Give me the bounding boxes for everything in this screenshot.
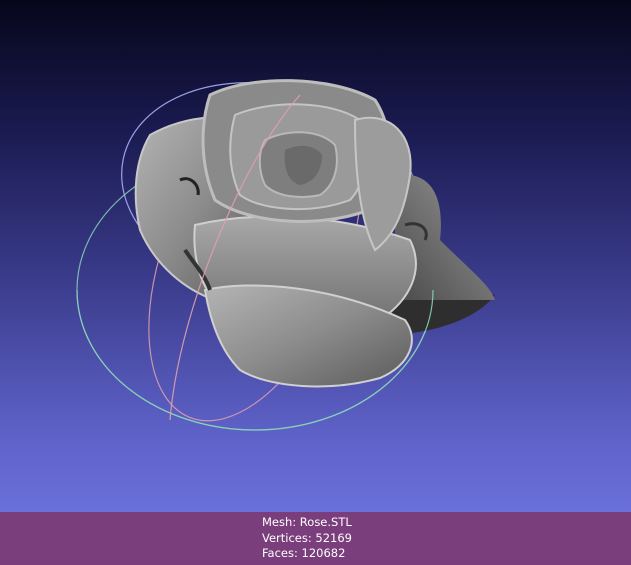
3d-viewport[interactable] <box>0 0 631 512</box>
mesh-info: Mesh: Rose.STL Vertices: 52169 Faces: 12… <box>262 515 352 562</box>
info-bar: Mesh: Rose.STL Vertices: 52169 Faces: 12… <box>0 512 631 565</box>
vertices-count-label: Vertices: 52169 <box>262 530 352 545</box>
mesh-name-label: Mesh: Rose.STL <box>262 515 352 529</box>
faces-count-label: Faces: 120682 <box>262 546 346 560</box>
rose-mesh-render <box>76 79 495 431</box>
rose-mesh-icon <box>134 79 495 388</box>
